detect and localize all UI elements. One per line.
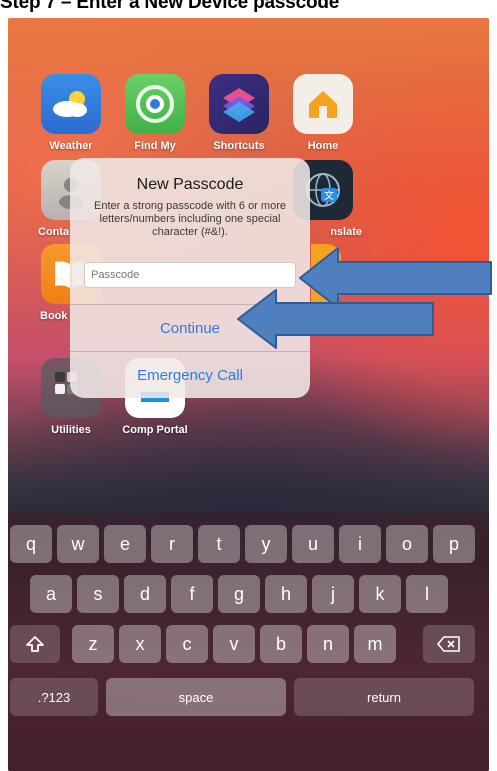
shortcuts-icon bbox=[209, 74, 269, 134]
app-label: Utilities bbox=[51, 424, 91, 436]
weather-icon bbox=[41, 74, 101, 134]
key-h[interactable]: h bbox=[265, 575, 307, 613]
space-key[interactable]: space bbox=[106, 678, 286, 716]
key-y[interactable]: y bbox=[245, 525, 287, 563]
dialog-message: Enter a strong passcode with 6 or more l… bbox=[94, 200, 286, 238]
key-a[interactable]: a bbox=[30, 575, 72, 613]
key-u[interactable]: u bbox=[292, 525, 334, 563]
numbers-key[interactable]: .?123 bbox=[10, 678, 98, 716]
key-s[interactable]: s bbox=[77, 575, 119, 613]
emergency-call-button[interactable]: Emergency Call bbox=[70, 353, 310, 397]
app-home[interactable]: Home bbox=[282, 74, 364, 152]
home-icon bbox=[293, 74, 353, 134]
key-x[interactable]: x bbox=[119, 625, 161, 663]
key-l[interactable]: l bbox=[406, 575, 448, 613]
app-label: Shortcuts bbox=[213, 140, 265, 152]
key-q[interactable]: q bbox=[10, 525, 52, 563]
return-key[interactable]: return bbox=[294, 678, 474, 716]
app-weather[interactable]: Weather bbox=[30, 74, 112, 152]
phone-screen: Weather Find My Shortcuts Home Conta 文 n… bbox=[8, 18, 489, 771]
svg-text:文: 文 bbox=[324, 189, 334, 202]
key-b[interactable]: b bbox=[260, 625, 302, 663]
key-e[interactable]: e bbox=[104, 525, 146, 563]
app-label: Comp Portal bbox=[122, 424, 188, 436]
dialog-divider bbox=[70, 351, 310, 352]
key-d[interactable]: d bbox=[124, 575, 166, 613]
key-k[interactable]: k bbox=[359, 575, 401, 613]
key-p[interactable]: p bbox=[433, 525, 475, 563]
delete-key[interactable] bbox=[423, 625, 475, 663]
key-o[interactable]: o bbox=[386, 525, 428, 563]
app-find-my[interactable]: Find My bbox=[114, 74, 196, 152]
app-label: Find My bbox=[134, 140, 176, 152]
app-label: Home bbox=[307, 140, 339, 152]
new-passcode-dialog: New Passcode Enter a strong passcode wit… bbox=[70, 158, 310, 398]
keyboard: q w e r t y u i o p a s d f g h j k l z … bbox=[8, 513, 489, 771]
key-r[interactable]: r bbox=[151, 525, 193, 563]
app-label: Weather bbox=[49, 140, 93, 152]
passcode-input[interactable] bbox=[84, 262, 296, 288]
key-z[interactable]: z bbox=[72, 625, 114, 663]
callout-arrow-continue bbox=[237, 289, 434, 349]
shift-icon bbox=[26, 636, 44, 652]
key-j[interactable]: j bbox=[312, 575, 354, 613]
key-n[interactable]: n bbox=[307, 625, 349, 663]
shift-key[interactable] bbox=[10, 625, 60, 663]
find-my-icon bbox=[125, 74, 185, 134]
key-f[interactable]: f bbox=[171, 575, 213, 613]
key-i[interactable]: i bbox=[339, 525, 381, 563]
key-m[interactable]: m bbox=[354, 625, 396, 663]
instruction-caption: Step 7 – Enter a New Device passcode bbox=[0, 0, 340, 13]
key-g[interactable]: g bbox=[218, 575, 260, 613]
key-t[interactable]: t bbox=[198, 525, 240, 563]
key-v[interactable]: v bbox=[213, 625, 255, 663]
key-c[interactable]: c bbox=[166, 625, 208, 663]
delete-icon bbox=[437, 636, 460, 652]
dialog-title: New Passcode bbox=[136, 176, 244, 193]
app-shortcuts[interactable]: Shortcuts bbox=[198, 74, 280, 152]
key-w[interactable]: w bbox=[57, 525, 99, 563]
